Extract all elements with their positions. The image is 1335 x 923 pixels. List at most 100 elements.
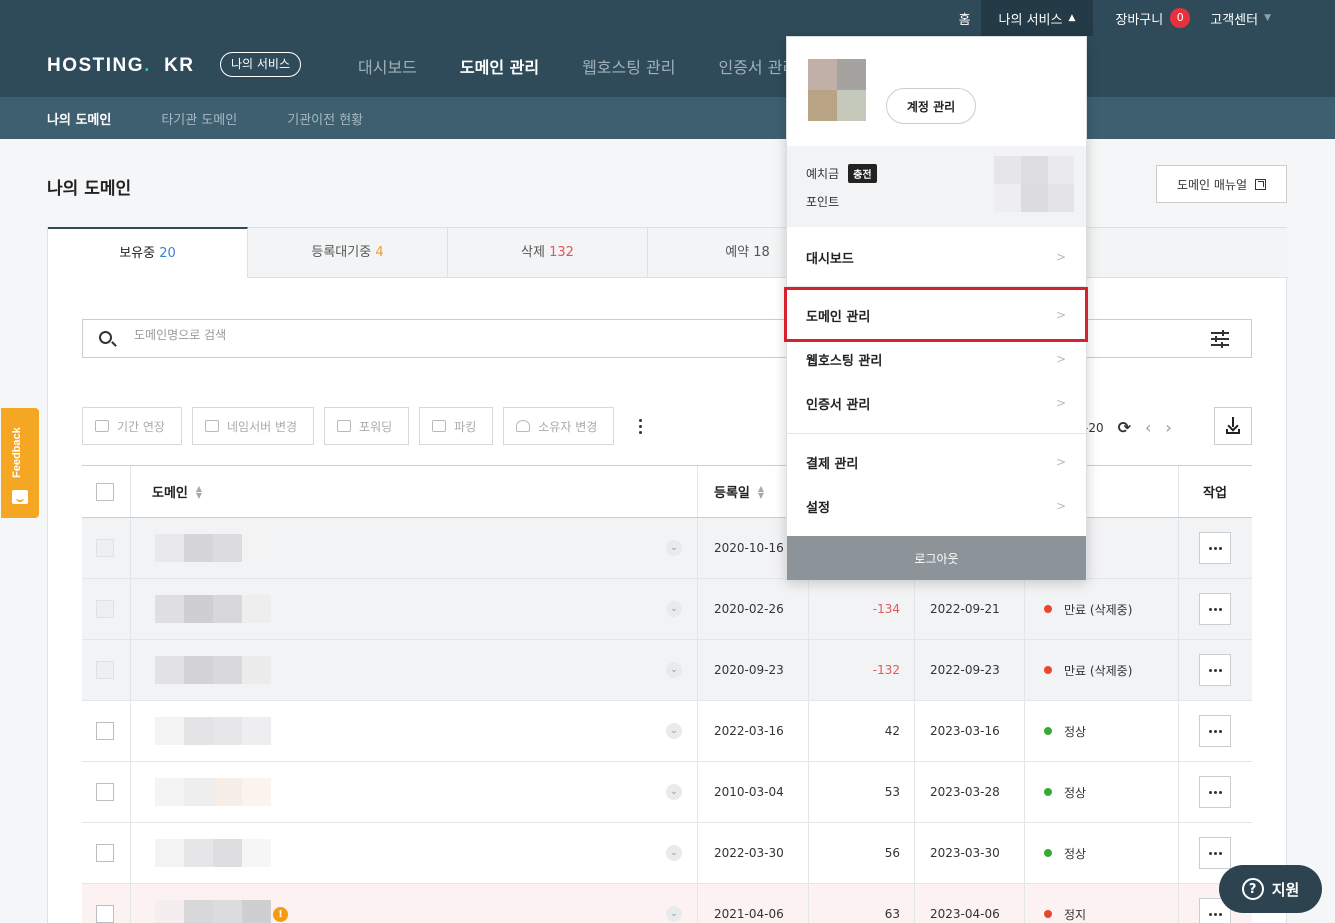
cart-link[interactable]: 장바구니 0 xyxy=(1105,0,1200,36)
chevron-down-icon[interactable]: ⌄ xyxy=(666,601,682,617)
next-page-icon[interactable]: › xyxy=(1165,418,1171,437)
days-remaining: -134 xyxy=(872,602,900,616)
chevron-down-icon[interactable]: ⌄ xyxy=(666,784,682,800)
sort-icon: ▲ ▼ xyxy=(195,483,203,500)
tab-deleted-label: 삭제 xyxy=(521,245,545,260)
logo-dot: . xyxy=(144,55,151,76)
domain-name-redacted xyxy=(155,534,271,562)
question-icon: ? xyxy=(1241,878,1264,900)
my-service-label: 나의 서비스 xyxy=(998,12,1063,28)
row-checkbox[interactable] xyxy=(96,905,114,923)
menu-webhosting-management[interactable]: 웹호스팅 관리 > xyxy=(787,339,1086,379)
row-checkbox[interactable] xyxy=(96,783,114,801)
table-row[interactable]: ⌄ 2010-03-04 53 2023-03-28 정상 xyxy=(82,762,1252,823)
more-actions-icon[interactable] xyxy=(630,411,650,441)
chevron-down-icon[interactable]: ⌄ xyxy=(666,906,682,922)
row-more-button[interactable] xyxy=(1199,837,1231,869)
table-row[interactable]: ⌄ 2020-09-23 -132 2022-09-23 만료 (삭제중) xyxy=(82,640,1252,701)
expiry-date: 2022-09-23 xyxy=(930,663,1000,677)
feedback-label: Feedback xyxy=(11,427,23,478)
row-more-button[interactable] xyxy=(1199,654,1231,686)
account-management-button[interactable]: 계정 관리 xyxy=(886,88,976,124)
menu-certificate-management[interactable]: 인증서 관리 > xyxy=(787,383,1086,423)
image-icon xyxy=(432,420,447,432)
user-icon xyxy=(516,420,531,432)
utility-bar: 홈 나의 서비스 ▲ 장바구니 0 고객센터 ▼ xyxy=(949,0,1335,36)
search-icon xyxy=(99,331,112,344)
prev-page-icon[interactable]: ‹ xyxy=(1145,418,1151,437)
tab-pending[interactable]: 등록대기중 4 xyxy=(248,228,448,278)
table-row[interactable]: ! ⌄ 2021-04-06 63 2023-04-06 정지 xyxy=(82,884,1252,923)
header-domain[interactable]: 도메인 ▲ ▼ xyxy=(152,466,202,517)
row-more-button[interactable] xyxy=(1199,532,1231,564)
row-checkbox[interactable] xyxy=(96,722,114,740)
chevron-down-icon[interactable]: ⌄ xyxy=(666,540,682,556)
change-owner-button[interactable]: 소유자 변경 xyxy=(503,407,615,445)
nav-webhosting-management[interactable]: 웹호스팅 관리 xyxy=(582,54,675,78)
chevron-down-icon[interactable]: ⌄ xyxy=(666,662,682,678)
change-owner-label: 소유자 변경 xyxy=(538,419,598,434)
domain-name-redacted xyxy=(155,900,271,923)
row-checkbox[interactable] xyxy=(96,600,114,618)
chevron-down-icon[interactable]: ⌄ xyxy=(666,723,682,739)
row-checkbox[interactable] xyxy=(96,539,114,557)
feedback-tab[interactable]: Feedback xyxy=(1,408,39,518)
menu-payment-management[interactable]: 결제 관리 > xyxy=(787,442,1086,482)
extend-period-button[interactable]: 기간 연장 xyxy=(82,407,182,445)
caret-up-icon: ▲ xyxy=(1068,13,1076,23)
page-title: 나의 도메인 xyxy=(47,179,132,199)
row-more-button[interactable] xyxy=(1199,776,1231,808)
forwarding-label: 포워딩 xyxy=(359,419,393,434)
nav-domain-management[interactable]: 도메인 관리 xyxy=(460,54,539,78)
expiry-date: 2023-03-30 xyxy=(930,846,1000,860)
my-service-toggle[interactable]: 나의 서비스 ▲ xyxy=(980,0,1094,36)
change-nameserver-button[interactable]: 네임서버 변경 xyxy=(191,407,315,445)
logout-button[interactable]: 로그아웃 xyxy=(787,536,1086,580)
chevron-down-icon[interactable]: ⌄ xyxy=(666,845,682,861)
domain-search-input[interactable] xyxy=(134,328,734,342)
download-icon xyxy=(1232,417,1234,427)
table-row[interactable]: ⌄ 2022-03-30 56 2023-03-30 정상 xyxy=(82,823,1252,884)
server-icon xyxy=(204,420,219,432)
support-chat-button[interactable]: ? 지원 xyxy=(1219,865,1322,913)
status-dot xyxy=(1044,788,1052,796)
forwarding-button[interactable]: 포워딩 xyxy=(324,407,410,445)
tab-deleted[interactable]: 삭제 132 xyxy=(448,228,648,278)
status: 정상 xyxy=(1044,823,1086,883)
header-registered[interactable]: 등록일 ▲ ▼ xyxy=(714,466,764,517)
download-button[interactable] xyxy=(1214,407,1252,445)
chevron-right-icon: > xyxy=(1055,396,1066,410)
site-logo[interactable]: HOSTING. KR xyxy=(47,55,195,77)
row-checkbox[interactable] xyxy=(96,661,114,679)
select-all-checkbox[interactable] xyxy=(96,482,114,501)
parking-button[interactable]: 파킹 xyxy=(419,407,494,445)
menu-dashboard[interactable]: 대시보드 > xyxy=(787,237,1086,277)
subnav-my-domains[interactable]: 나의 도메인 xyxy=(47,109,111,128)
row-checkbox[interactable] xyxy=(96,844,114,862)
domain-manual-button[interactable]: 도메인 매뉴얼 xyxy=(1156,165,1287,203)
registered-date: 2020-02-26 xyxy=(714,602,784,616)
change-nameserver-label: 네임서버 변경 xyxy=(226,419,298,434)
tab-pending-label: 등록대기중 xyxy=(311,245,372,260)
support-center-link[interactable]: 고객센터 ▼ xyxy=(1200,0,1281,36)
table-row[interactable]: ⌄ 2020-02-26 -134 2022-09-21 만료 (삭제중) xyxy=(82,579,1252,640)
menu-settings[interactable]: 설정 > xyxy=(787,486,1086,526)
home-link[interactable]: 홈 xyxy=(949,0,981,36)
row-more-button[interactable] xyxy=(1199,715,1231,747)
filter-sliders-icon[interactable] xyxy=(1211,330,1229,348)
charge-button[interactable]: 충전 xyxy=(848,164,877,183)
subnav-transfer-status[interactable]: 기관이전 현황 xyxy=(287,109,363,128)
my-service-pill[interactable]: 나의 서비스 xyxy=(220,52,302,77)
nav-dashboard[interactable]: 대시보드 xyxy=(358,54,417,78)
status: 만료 (삭제중) xyxy=(1044,640,1132,700)
refresh-icon[interactable]: ⟳ xyxy=(1118,418,1131,437)
status: 정지 xyxy=(1044,884,1086,923)
tab-owned[interactable]: 보유중 20 xyxy=(48,227,248,278)
row-more-button[interactable] xyxy=(1199,593,1231,625)
status-dot xyxy=(1044,910,1052,918)
header-action: 작업 xyxy=(1203,486,1227,501)
subnav-other-registrar-domains[interactable]: 타기관 도메인 xyxy=(161,109,237,128)
deposit-label: 예치금 xyxy=(806,167,840,181)
table-row[interactable]: ⌄ 2022-03-16 42 2023-03-16 정상 xyxy=(82,701,1252,762)
extend-period-label: 기간 연장 xyxy=(117,419,165,434)
